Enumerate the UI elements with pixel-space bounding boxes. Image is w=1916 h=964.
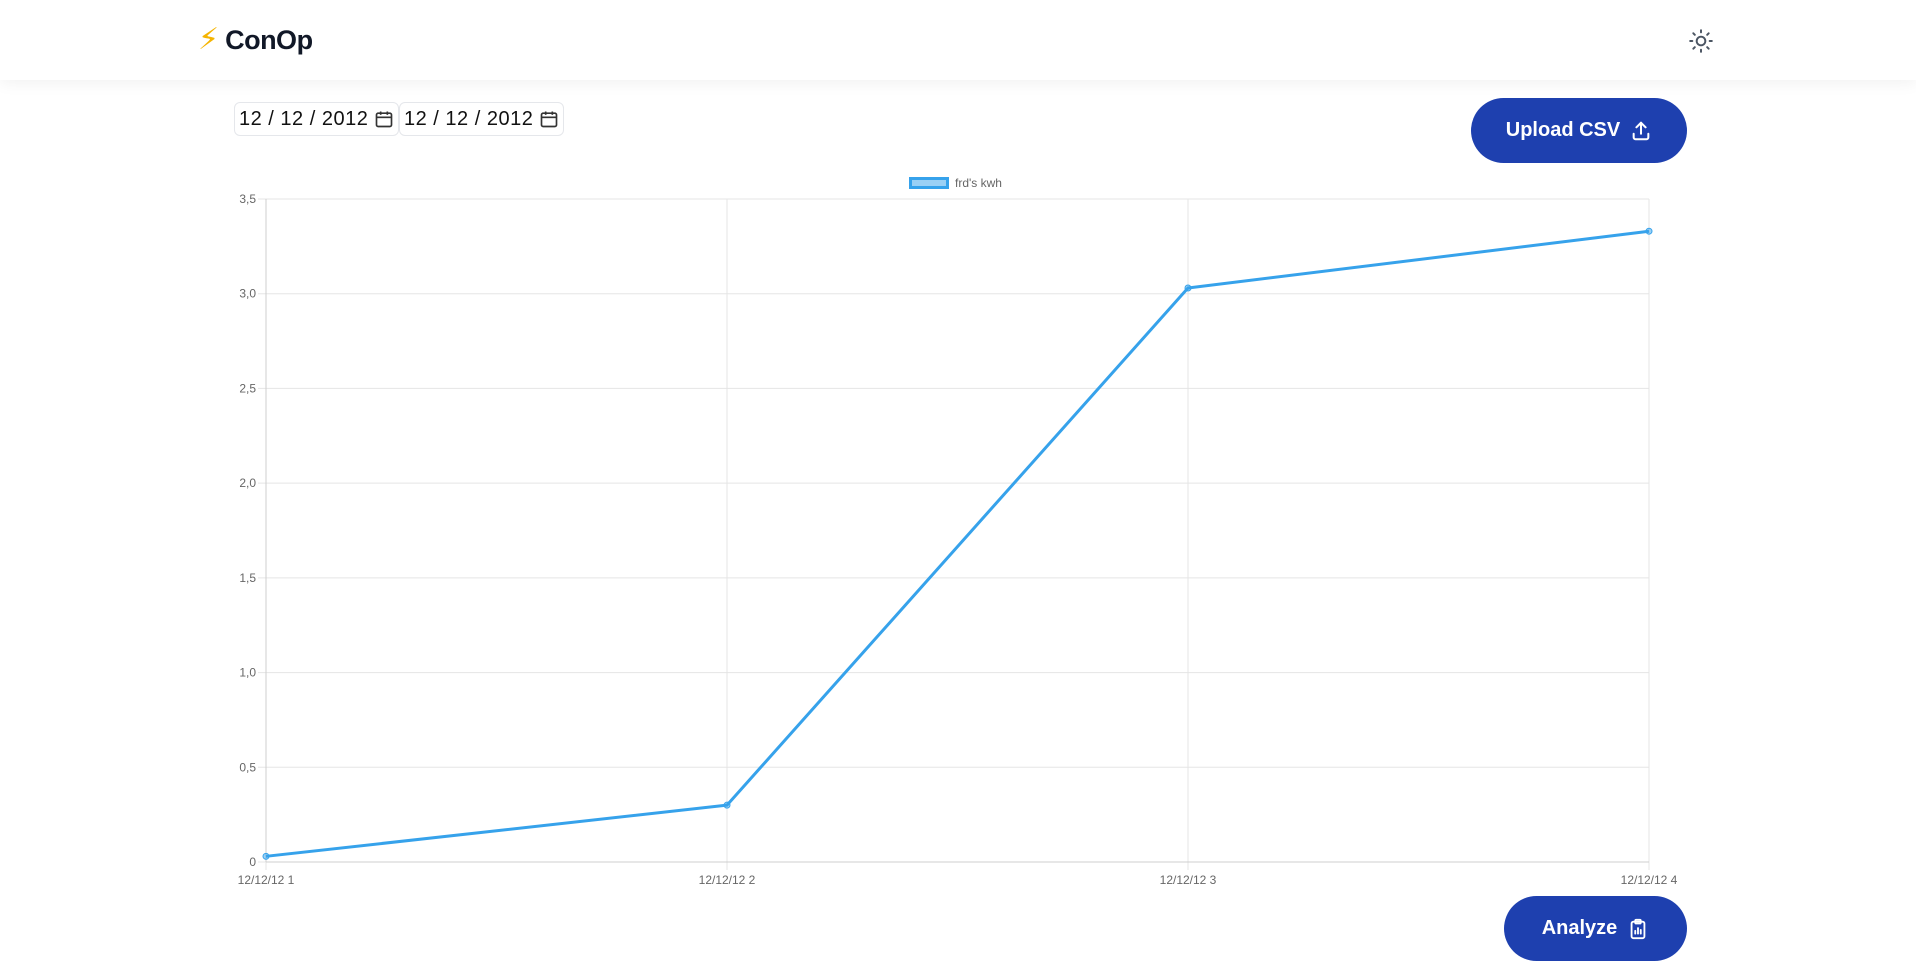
analyze-label: Analyze <box>1541 917 1618 939</box>
y-tick-label: 3,0 <box>239 287 256 301</box>
data-point <box>1645 227 1653 235</box>
data-point <box>1184 284 1192 292</box>
y-tick-label: 1,5 <box>239 571 256 585</box>
y-tick-label: 2,0 <box>239 476 256 490</box>
sun-icon <box>1689 29 1713 53</box>
x-tick-label: 12/12/12 3 <box>1160 873 1217 887</box>
y-tick-label: 0,5 <box>239 760 256 774</box>
series-line <box>265 229 1650 858</box>
theme-toggle-button[interactable] <box>1688 28 1714 54</box>
y-tick-label: 0 <box>249 855 256 869</box>
app-header: ⚡ ConOp <box>0 0 1916 80</box>
app-brand[interactable]: ⚡ ConOp <box>198 24 313 56</box>
x-tick-label: 12/12/12 1 <box>238 873 295 887</box>
clipboard-chart-icon <box>1630 918 1646 939</box>
data-point <box>262 852 270 860</box>
bolt-icon: ⚡ <box>198 23 220 56</box>
x-tick-label: 12/12/12 2 <box>699 873 756 887</box>
y-tick-label: 1,0 <box>239 666 256 680</box>
app-name: ConOp <box>225 24 313 55</box>
line-chart: 0 0,5 1,0 1,5 2,0 2,5 3,0 3,5 12/12/12 1 12/12/12… <box>238 192 1678 887</box>
data-point <box>723 801 731 809</box>
y-tick-label: 3,5 <box>239 192 256 206</box>
x-tick-label: 12/12/12 4 <box>1621 873 1678 887</box>
analyze-button[interactable]: Analyze <box>1504 896 1687 961</box>
y-tick-label: 2,5 <box>239 381 256 395</box>
